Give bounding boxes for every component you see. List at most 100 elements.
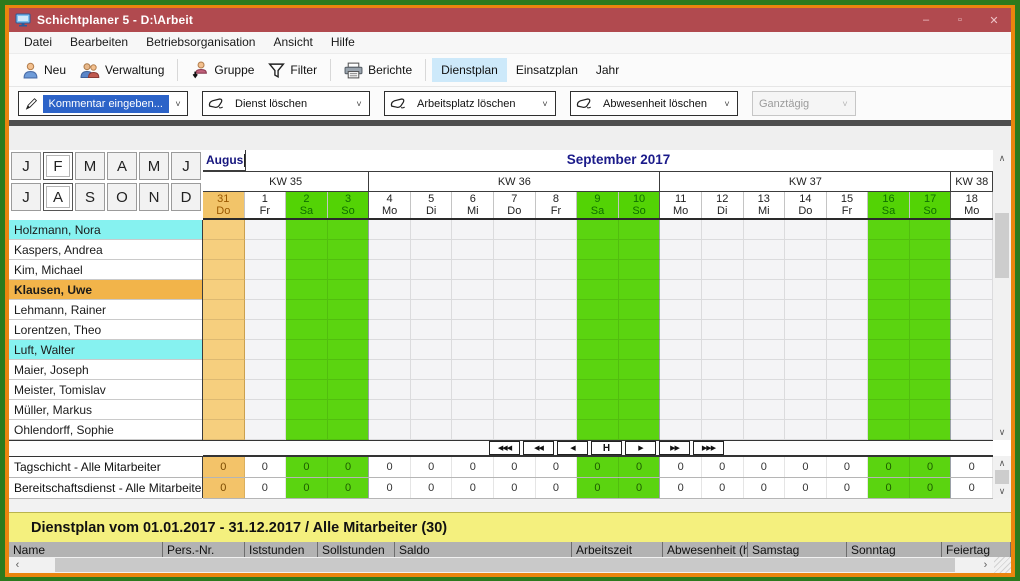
schedule-cell[interactable]: [702, 400, 744, 420]
schedule-cell[interactable]: [369, 300, 411, 320]
schedule-cell[interactable]: [827, 420, 869, 440]
schedule-cell[interactable]: [619, 280, 661, 300]
schedule-cell[interactable]: [827, 340, 869, 360]
schedule-cell[interactable]: [452, 320, 494, 340]
schedule-cell[interactable]: [744, 340, 786, 360]
schedule-cell[interactable]: [660, 320, 702, 340]
schedule-cell[interactable]: [951, 260, 993, 280]
schedule-cell[interactable]: [411, 260, 453, 280]
schedule-cell[interactable]: [328, 260, 370, 280]
schedule-cell[interactable]: [411, 320, 453, 340]
schedule-cell[interactable]: [203, 220, 245, 240]
schedule-cell[interactable]: [951, 420, 993, 440]
schedule-cell[interactable]: [744, 380, 786, 400]
schedule-cell[interactable]: [411, 420, 453, 440]
schedule-cell[interactable]: [328, 220, 370, 240]
schedule-cell[interactable]: [619, 240, 661, 260]
delete-absence-combo[interactable]: Abwesenheit löschen ˅: [570, 91, 738, 116]
schedule-cell[interactable]: [286, 320, 328, 340]
schedule-cell[interactable]: [744, 220, 786, 240]
day-header[interactable]: 9Sa: [577, 192, 619, 218]
schedule-cell[interactable]: [494, 420, 536, 440]
schedule-cell[interactable]: [411, 400, 453, 420]
day-header[interactable]: 4Mo: [369, 192, 411, 218]
month-button-r1-4[interactable]: M: [139, 152, 169, 180]
schedule-cell[interactable]: [286, 380, 328, 400]
schedule-cell[interactable]: [203, 320, 245, 340]
new-button[interactable]: Neu: [15, 59, 73, 82]
month-button-r1-2[interactable]: M: [75, 152, 105, 180]
horizontal-scrollbar[interactable]: ‹ ›: [9, 557, 1011, 573]
month-button-r1-1[interactable]: F: [43, 152, 73, 180]
schedule-cell[interactable]: [910, 360, 952, 380]
schedule-cell[interactable]: [744, 260, 786, 280]
employee-row[interactable]: Maier, Joseph: [9, 360, 202, 380]
schedule-cell[interactable]: [785, 340, 827, 360]
schedule-cell[interactable]: [619, 260, 661, 280]
schedule-cell[interactable]: [951, 400, 993, 420]
day-header[interactable]: 16Sa: [868, 192, 910, 218]
scroll-thumb[interactable]: [995, 213, 1009, 278]
schedule-cell[interactable]: [245, 380, 287, 400]
schedule-cell[interactable]: [702, 420, 744, 440]
schedule-cell[interactable]: [702, 260, 744, 280]
menu-item-datei[interactable]: Datei: [15, 32, 61, 53]
schedule-cell[interactable]: [494, 360, 536, 380]
day-header[interactable]: 18Mo: [951, 192, 993, 218]
schedule-cell[interactable]: [203, 420, 245, 440]
chevron-down-icon[interactable]: ˅: [349, 99, 369, 109]
schedule-cell[interactable]: [369, 360, 411, 380]
schedule-cell[interactable]: [203, 260, 245, 280]
schedule-cell[interactable]: [910, 220, 952, 240]
schedule-cell[interactable]: [369, 320, 411, 340]
schedule-cell[interactable]: [744, 300, 786, 320]
nav-back-button[interactable]: ◀: [557, 441, 588, 455]
reports-button[interactable]: Berichte: [337, 59, 419, 82]
schedule-cell[interactable]: [577, 320, 619, 340]
footer-column-feiertag[interactable]: Feiertag: [942, 542, 1011, 557]
schedule-cell[interactable]: [286, 360, 328, 380]
schedule-cell[interactable]: [910, 380, 952, 400]
nav-today-button[interactable]: H: [591, 441, 622, 455]
schedule-cell[interactable]: [660, 340, 702, 360]
schedule-cell[interactable]: [452, 380, 494, 400]
day-header[interactable]: 12Di: [702, 192, 744, 218]
schedule-cell[interactable]: [452, 260, 494, 280]
schedule-cell[interactable]: [452, 220, 494, 240]
schedule-cell[interactable]: [702, 380, 744, 400]
schedule-cell[interactable]: [827, 240, 869, 260]
schedule-cell[interactable]: [619, 340, 661, 360]
schedule-cell[interactable]: [245, 300, 287, 320]
schedule-cell[interactable]: [203, 360, 245, 380]
schedule-cell[interactable]: [203, 280, 245, 300]
schedule-cell[interactable]: [660, 280, 702, 300]
schedule-cell[interactable]: [452, 300, 494, 320]
day-header[interactable]: 13Mi: [744, 192, 786, 218]
schedule-cell[interactable]: [785, 420, 827, 440]
month-button-r2-1[interactable]: A: [43, 183, 73, 211]
schedule-cell[interactable]: [619, 220, 661, 240]
schedule-cell[interactable]: [785, 380, 827, 400]
schedule-cell[interactable]: [369, 400, 411, 420]
schedule-cell[interactable]: [744, 280, 786, 300]
delete-workplace-combo[interactable]: Arbeitsplatz löschen ˅: [384, 91, 556, 116]
schedule-cell[interactable]: [286, 280, 328, 300]
employee-row[interactable]: Klausen, Uwe: [9, 280, 202, 300]
schedule-cell[interactable]: [245, 240, 287, 260]
schedule-cell[interactable]: [411, 300, 453, 320]
schedule-cell[interactable]: [577, 360, 619, 380]
schedule-cell[interactable]: [245, 340, 287, 360]
schedule-cell[interactable]: [827, 320, 869, 340]
schedule-cell[interactable]: [868, 400, 910, 420]
schedule-cell[interactable]: [660, 220, 702, 240]
employee-row[interactable]: Kaspers, Andrea: [9, 240, 202, 260]
schedule-cell[interactable]: [452, 400, 494, 420]
footer-column-sollstunden[interactable]: Sollstunden: [318, 542, 395, 557]
schedule-cell[interactable]: [203, 380, 245, 400]
schedule-cell[interactable]: [286, 240, 328, 260]
schedule-cell[interactable]: [369, 280, 411, 300]
schedule-cell[interactable]: [494, 340, 536, 360]
employee-row[interactable]: Luft, Walter: [9, 340, 202, 360]
schedule-cell[interactable]: [744, 420, 786, 440]
employee-row[interactable]: Müller, Markus: [9, 400, 202, 420]
